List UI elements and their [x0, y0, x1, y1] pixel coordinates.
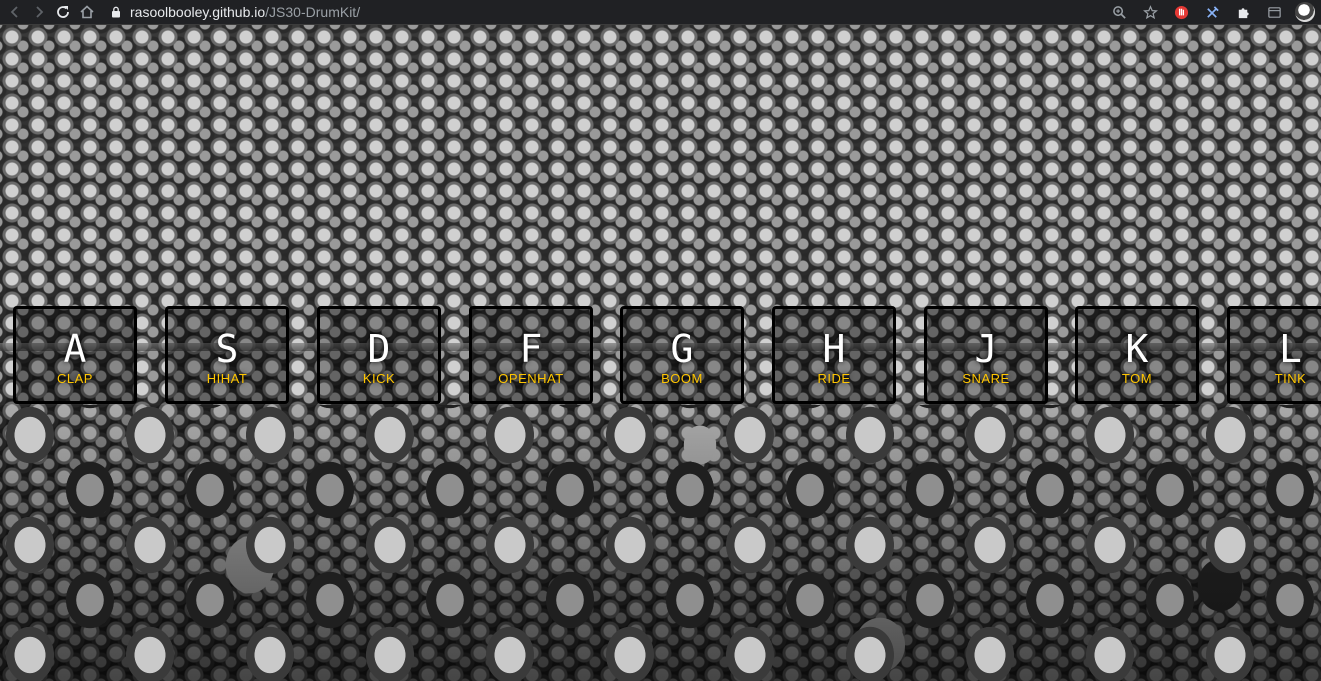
drum-key-f[interactable]: F OPENHAT: [469, 306, 593, 404]
key-letter: D: [367, 327, 391, 371]
profile-avatar[interactable]: [1295, 2, 1315, 22]
sound-name: BOOM: [661, 371, 703, 386]
extension-tools-icon[interactable]: [1201, 1, 1223, 23]
drum-key-g[interactable]: G BOOM: [620, 306, 744, 404]
bookmark-star-icon[interactable]: [1139, 1, 1161, 23]
url-path: /JS30-DrumKit/: [265, 4, 361, 20]
key-letter: G: [670, 327, 694, 371]
sound-name: OPENHAT: [498, 371, 564, 386]
sound-name: HIHAT: [206, 371, 248, 386]
drumkit-page: A CLAP S HIHAT D KICK F OPENHAT G BOOM H…: [0, 25, 1321, 681]
sound-name: RIDE: [817, 371, 851, 386]
forward-arrow-icon[interactable]: [30, 3, 48, 21]
key-letter: J: [974, 327, 998, 371]
key-letter: A: [63, 327, 87, 371]
key-letter: K: [1125, 327, 1149, 371]
extension-red-icon[interactable]: [1170, 1, 1192, 23]
browser-toolbar: rasoolbooley.github.io/JS30-DrumKit/: [0, 0, 1321, 25]
drum-key-h[interactable]: H RIDE: [772, 306, 896, 404]
sound-name: CLAP: [57, 371, 93, 386]
sound-name: SNARE: [962, 371, 1010, 386]
drum-key-j[interactable]: J SNARE: [924, 306, 1048, 404]
drum-key-k[interactable]: K TOM: [1075, 306, 1199, 404]
address-bar[interactable]: rasoolbooley.github.io/JS30-DrumKit/: [110, 1, 1099, 23]
key-letter: S: [215, 327, 239, 371]
sound-name: KICK: [362, 371, 396, 386]
drum-key-s[interactable]: S HIHAT: [165, 306, 289, 404]
sound-name: TOM: [1121, 371, 1153, 386]
home-icon[interactable]: [78, 3, 96, 21]
drum-keys: A CLAP S HIHAT D KICK F OPENHAT G BOOM H…: [0, 306, 1321, 404]
key-letter: H: [822, 327, 846, 371]
drum-key-l[interactable]: L TINK: [1227, 306, 1321, 404]
lock-icon: [112, 6, 120, 18]
key-letter: L: [1279, 327, 1302, 371]
tab-menu-icon[interactable]: [1263, 1, 1285, 23]
reload-icon[interactable]: [54, 3, 72, 21]
drum-key-a[interactable]: A CLAP: [13, 306, 137, 404]
url-host: rasoolbooley.github.io: [130, 4, 266, 20]
drum-key-d[interactable]: D KICK: [317, 306, 441, 404]
sound-name: TINK: [1274, 371, 1307, 386]
key-letter: F: [519, 327, 543, 371]
crowd-background-image: [0, 405, 1321, 681]
extensions-puzzle-icon[interactable]: [1232, 1, 1254, 23]
back-arrow-icon[interactable]: [6, 3, 24, 21]
zoom-icon[interactable]: [1108, 1, 1130, 23]
